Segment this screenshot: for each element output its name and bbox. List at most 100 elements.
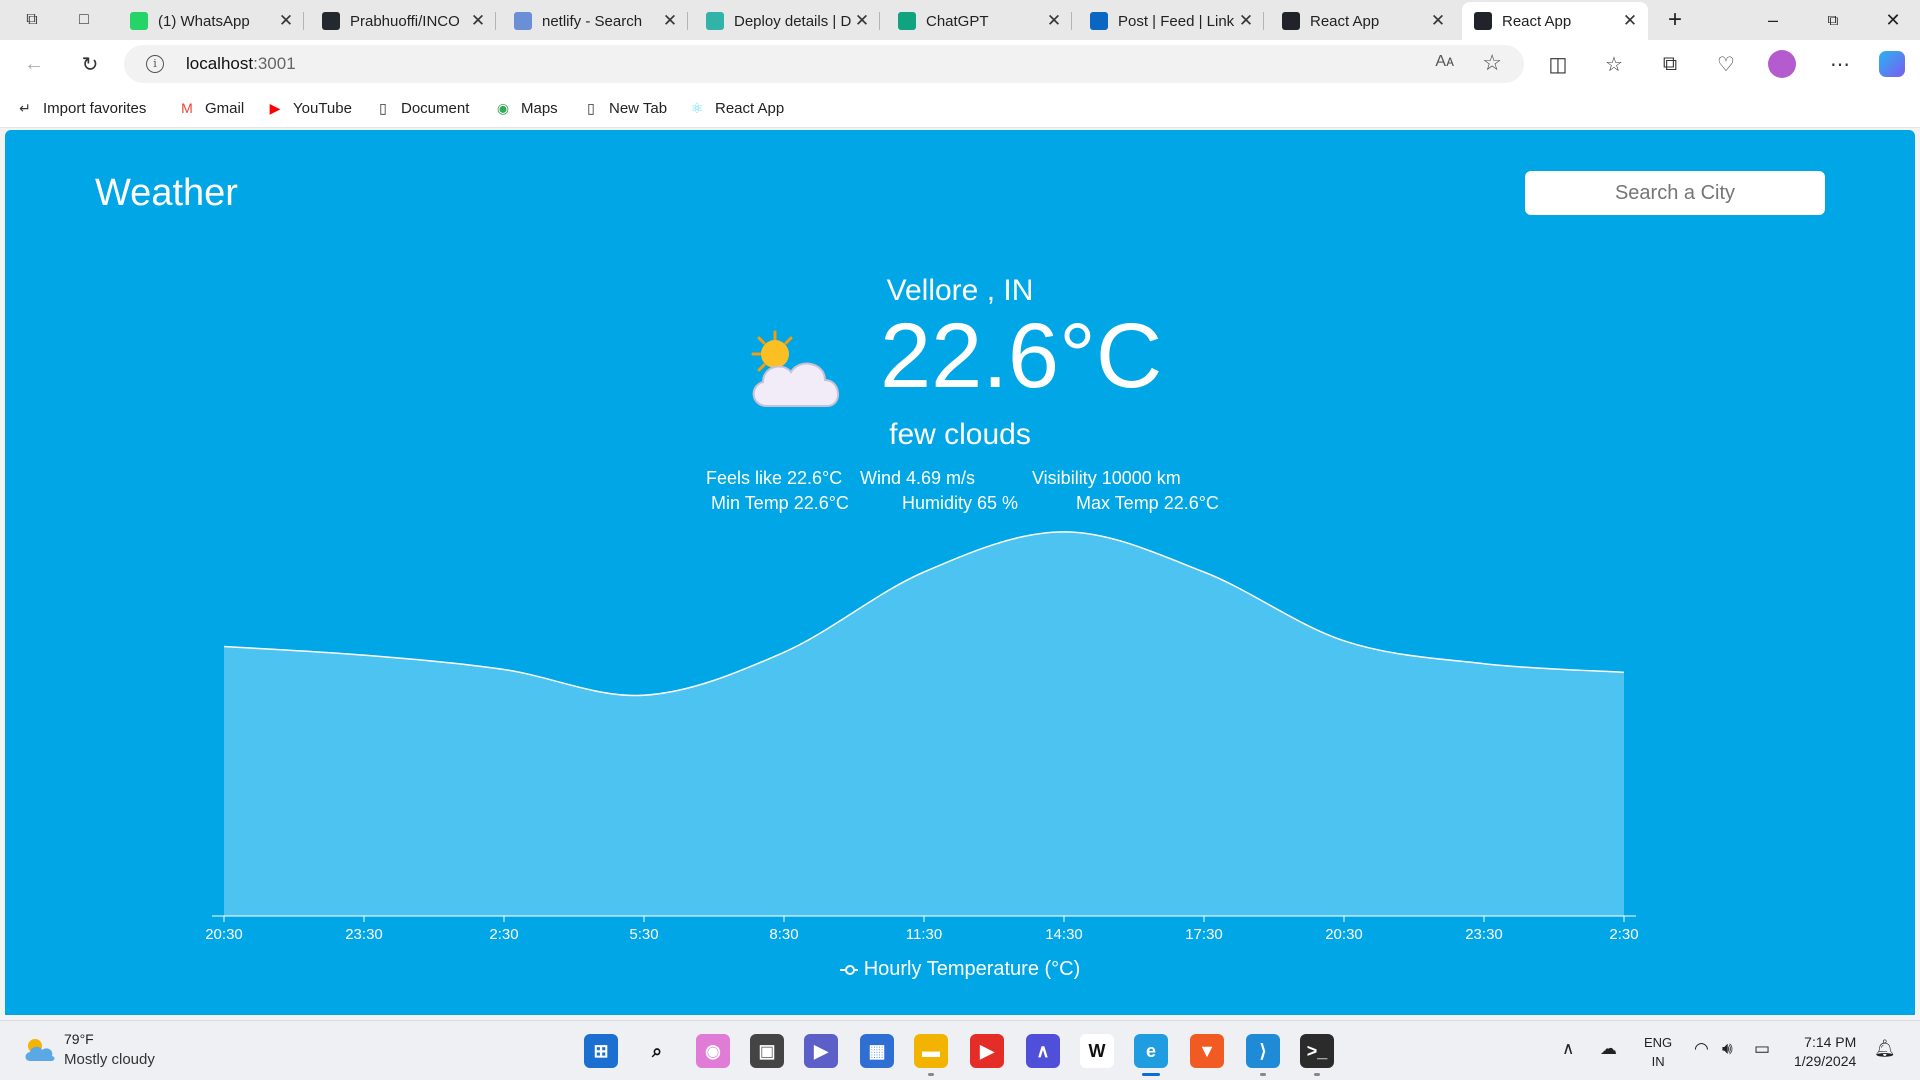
favorite-star-icon[interactable]: ☆ [1482,50,1502,76]
volume-icon[interactable]: 🔊︎ [1722,1039,1733,1059]
data-point[interactable] [1201,569,1207,575]
data-point[interactable] [221,644,227,650]
edge-icon[interactable]: e [1134,1034,1168,1068]
close-tab-icon[interactable]: ✕ [1044,11,1064,31]
chatgpt-icon [898,12,916,30]
mostly-cloudy-icon[interactable] [22,1035,56,1065]
data-point[interactable] [921,569,927,575]
read-aloud-icon[interactable]: Aᴀ [1435,53,1454,71]
browser-tab[interactable]: ChatGPT ✕ [886,4,1072,38]
bookmark-label: Import favorites [43,99,147,117]
bookmark-label: React App [715,99,785,117]
bookmark-item[interactable]: ◉ Maps [494,96,558,120]
bookmark-item[interactable]: ▶ YouTube [266,96,352,120]
show-hidden-icons-icon[interactable]: ∧ [1562,1039,1574,1059]
search-icon[interactable]: ⌕ [640,1034,674,1068]
data-point[interactable] [1481,661,1487,667]
browser-tab[interactable]: netlify - Search ✕ [502,4,688,38]
close-tab-icon[interactable]: ✕ [660,11,680,31]
brave-icon[interactable]: ▼ [1190,1034,1224,1068]
youtube-icon[interactable]: ▶ [970,1034,1004,1068]
data-point[interactable] [781,649,787,655]
react-icon [1282,12,1300,30]
browser-tab[interactable]: React App ✕ [1462,2,1648,40]
minimize-button[interactable]: – [1758,6,1788,34]
copilot-icon[interactable] [1878,50,1906,78]
address-bar[interactable]: i localhost:3001 Aᴀ ☆ [124,45,1524,83]
windows-start-icon[interactable]: ⊞ [584,1034,618,1068]
browser-essentials-icon[interactable]: ♡ [1712,50,1740,78]
close-tab-icon[interactable]: ✕ [468,11,488,31]
running-indicator [928,1073,934,1076]
tab-title: (1) WhatsApp [158,12,250,30]
back-icon[interactable]: ← [20,50,48,78]
settings-more-icon[interactable]: ⋯ [1826,50,1854,78]
close-tab-icon[interactable]: ✕ [276,11,296,31]
task-view-icon[interactable]: ▣ [750,1034,784,1068]
data-point[interactable] [361,652,367,658]
language-indicator[interactable]: ENG IN [1644,1033,1672,1071]
clock-date: 1/29/2024 [1794,1053,1857,1069]
file-explorer-icon[interactable]: ▬ [914,1034,948,1068]
bookmark-item[interactable]: ⚛ React App [688,96,785,120]
bookmark-label: New Tab [609,99,668,117]
document-icon: ▯ [379,99,387,116]
data-point[interactable] [1621,669,1627,675]
browser-tab[interactable]: Deploy details | D ✕ [694,4,880,38]
browser-tab[interactable]: Prabhuoffi/INCO ✕ [310,4,496,38]
tab-actions-icon[interactable]: □ [72,8,96,32]
url-text[interactable]: localhost:3001 [186,54,296,74]
bookmarks-bar: ↵ Import favorites M Gmail ▶ YouTube ▯ Document… [0,88,1920,128]
tab-separator [687,12,688,30]
refresh-icon[interactable]: ↻ [76,50,104,78]
collections-icon[interactable]: ⧉ [1656,50,1684,78]
onedrive-icon[interactable]: ☁ [1600,1039,1617,1059]
chart-legend[interactable]: Hourly Temperature (°C) [5,958,1915,981]
close-tab-icon[interactable]: ✕ [1428,11,1448,31]
x-tick-label: 2:30 [1609,926,1638,943]
profile-avatar[interactable] [1768,50,1796,78]
copilot-icon[interactable]: ◉ [696,1034,730,1068]
wifi-icon[interactable]: ◠ [1694,1039,1709,1059]
browser-tab[interactable]: React App ✕ [1270,4,1456,38]
url-host: localhost [186,54,254,73]
notifications-bell-icon[interactable]: 🔔︎ [1874,1039,1896,1059]
new-tab-button[interactable]: + [1660,6,1690,34]
data-point[interactable] [1341,638,1347,644]
taskbar-weather-condition[interactable]: Mostly cloudy [64,1051,155,1068]
store-icon[interactable]: ▦ [860,1034,894,1068]
restore-button[interactable]: ⧉ [1818,6,1848,34]
wikipedia-icon[interactable]: W [1080,1034,1114,1068]
data-point[interactable] [641,692,647,698]
bookmark-item[interactable]: ▯ New Tab [582,96,667,120]
favorites-icon[interactable]: ☆ [1600,50,1628,78]
workspaces-icon[interactable]: ⧉ [20,8,44,32]
close-tab-icon[interactable]: ✕ [852,11,872,31]
bookmark-item[interactable]: ▯ Document [374,96,469,120]
terminal-icon[interactable]: >_ [1300,1034,1334,1068]
browser-tab[interactable]: (1) WhatsApp ✕ [118,4,304,38]
github-icon [322,12,340,30]
vscode-icon[interactable]: ⟩ [1246,1034,1280,1068]
site-info-icon[interactable]: i [146,55,164,73]
tab-separator [303,12,304,30]
language-code: ENG [1644,1035,1673,1050]
data-point[interactable] [1061,529,1067,535]
close-tab-icon[interactable]: ✕ [1236,11,1256,31]
bookmark-item[interactable]: ↵ Import favorites [16,96,146,120]
vs-icon[interactable]: ∧ [1026,1034,1060,1068]
browser-tab[interactable]: Post | Feed | Link ✕ [1078,4,1264,38]
battery-icon[interactable]: ▭ [1754,1039,1770,1059]
taskbar-weather-temp[interactable]: 79°F [64,1031,94,1047]
split-screen-icon[interactable]: ◫ [1544,50,1572,78]
bookmark-item[interactable]: M Gmail [178,96,244,120]
data-point[interactable] [501,666,507,672]
bookmark-label: Document [401,99,470,117]
bookmark-label: Maps [521,99,558,117]
tab-title: Post | Feed | Link [1118,12,1235,30]
close-tab-icon[interactable]: ✕ [1620,11,1640,31]
meet-icon[interactable]: ▶ [804,1034,838,1068]
taskbar-clock[interactable]: 7:14 PM 1/29/2024 [1794,1033,1856,1071]
close-window-button[interactable]: ✕ [1878,6,1908,34]
tab-separator [1071,12,1072,30]
